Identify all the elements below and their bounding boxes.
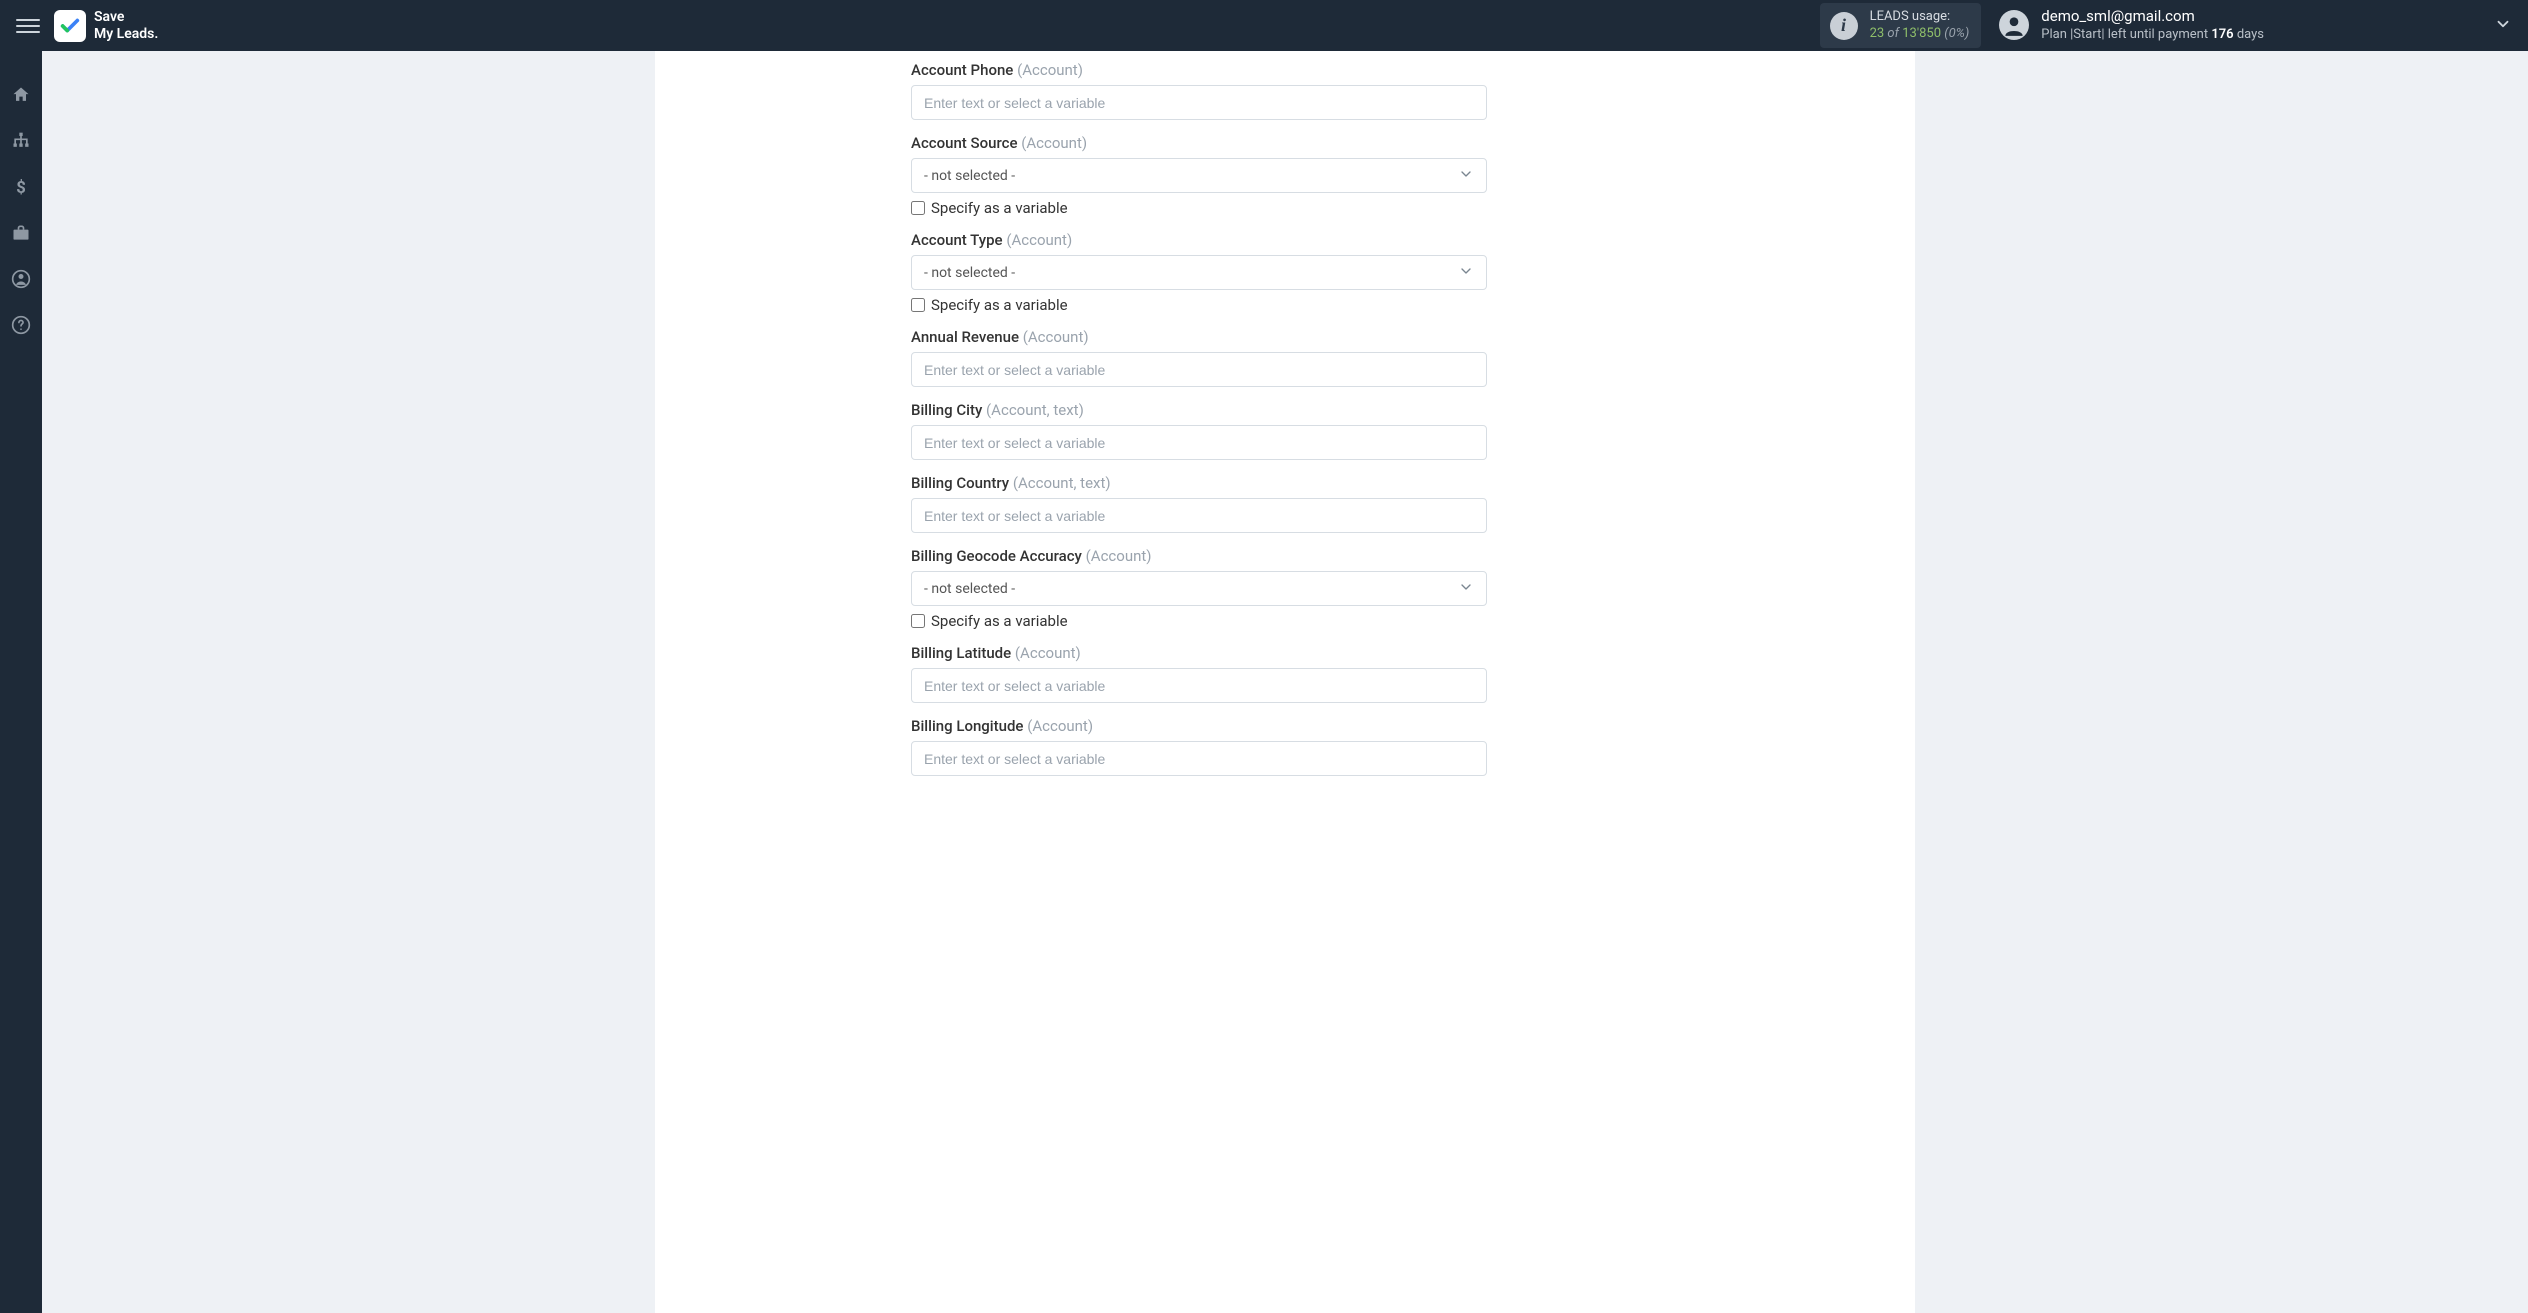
billing-latitude-input[interactable]	[911, 668, 1487, 703]
user-menu[interactable]: demo_sml@gmail.com Plan |Start| left unt…	[1999, 7, 2264, 43]
checkbox-label[interactable]: Specify as a variable	[931, 612, 1068, 630]
usage-widget[interactable]: i LEADS usage: 23 of 13'850 (0%)	[1820, 3, 1982, 49]
field-label: Account Type (Account)	[911, 231, 1487, 249]
user-text: demo_sml@gmail.com Plan |Start| left unt…	[2041, 7, 2264, 43]
field-label: Billing City (Account, text)	[911, 401, 1487, 419]
field-account-source: Account Source (Account) - not selected …	[911, 134, 1487, 217]
billing-country-input[interactable]	[911, 498, 1487, 533]
annual-revenue-input[interactable]	[911, 352, 1487, 387]
sidebar-nav: $	[0, 51, 42, 1313]
main-content: Account Phone (Account) Account Source (…	[42, 51, 2528, 1313]
chevron-down-icon	[1458, 263, 1474, 283]
account-type-select[interactable]: - not selected -	[911, 255, 1487, 290]
field-label: Billing Country (Account, text)	[911, 474, 1487, 492]
field-label: Annual Revenue (Account)	[911, 328, 1487, 346]
field-label: Billing Geocode Accuracy (Account)	[911, 547, 1487, 565]
field-billing-geocode: Billing Geocode Accuracy (Account) - not…	[911, 547, 1487, 630]
specify-variable-checkbox-row: Specify as a variable	[911, 296, 1487, 314]
user-avatar-icon	[1999, 10, 2029, 40]
field-account-phone: Account Phone (Account)	[911, 61, 1487, 120]
chevron-down-icon	[1458, 166, 1474, 186]
logo[interactable]: Save My Leads.	[54, 9, 158, 41]
form-card: Account Phone (Account) Account Source (…	[655, 51, 1915, 1313]
billing-geocode-variable-checkbox[interactable]	[911, 614, 925, 628]
field-billing-latitude: Billing Latitude (Account)	[911, 644, 1487, 703]
specify-variable-checkbox-row: Specify as a variable	[911, 199, 1487, 217]
logo-text: Save My Leads.	[94, 9, 158, 41]
info-icon: i	[1830, 12, 1858, 40]
specify-variable-checkbox-row: Specify as a variable	[911, 612, 1487, 630]
sidebar-item-briefcase[interactable]	[0, 219, 42, 247]
chevron-down-icon	[1458, 579, 1474, 599]
chevron-down-icon[interactable]	[2494, 15, 2512, 37]
logo-icon	[54, 10, 86, 42]
field-label: Account Phone (Account)	[911, 61, 1487, 79]
usage-text: LEADS usage: 23 of 13'850 (0%)	[1870, 9, 1970, 43]
sidebar-item-integrations[interactable]	[0, 127, 42, 155]
account-source-select[interactable]: - not selected -	[911, 158, 1487, 193]
billing-city-input[interactable]	[911, 425, 1487, 460]
account-type-variable-checkbox[interactable]	[911, 298, 925, 312]
field-account-type: Account Type (Account) - not selected - …	[911, 231, 1487, 314]
account-source-variable-checkbox[interactable]	[911, 201, 925, 215]
sidebar-item-home[interactable]	[0, 81, 42, 109]
field-label: Account Source (Account)	[911, 134, 1487, 152]
field-label: Billing Latitude (Account)	[911, 644, 1487, 662]
field-billing-longitude: Billing Longitude (Account)	[911, 717, 1487, 776]
sidebar-item-account[interactable]	[0, 265, 42, 293]
svg-text:$: $	[16, 179, 26, 197]
billing-longitude-input[interactable]	[911, 741, 1487, 776]
checkbox-label[interactable]: Specify as a variable	[931, 199, 1068, 217]
checkbox-label[interactable]: Specify as a variable	[931, 296, 1068, 314]
field-annual-revenue: Annual Revenue (Account)	[911, 328, 1487, 387]
app-header: Save My Leads. i LEADS usage: 23 of 13'8…	[0, 0, 2528, 51]
account-phone-input[interactable]	[911, 85, 1487, 120]
menu-toggle-button[interactable]	[16, 14, 40, 38]
field-billing-city: Billing City (Account, text)	[911, 401, 1487, 460]
sidebar-item-help[interactable]	[0, 311, 42, 339]
field-label: Billing Longitude (Account)	[911, 717, 1487, 735]
mapping-form: Account Phone (Account) Account Source (…	[911, 61, 1487, 776]
billing-geocode-select[interactable]: - not selected -	[911, 571, 1487, 606]
sidebar-item-billing[interactable]: $	[0, 173, 42, 201]
field-billing-country: Billing Country (Account, text)	[911, 474, 1487, 533]
